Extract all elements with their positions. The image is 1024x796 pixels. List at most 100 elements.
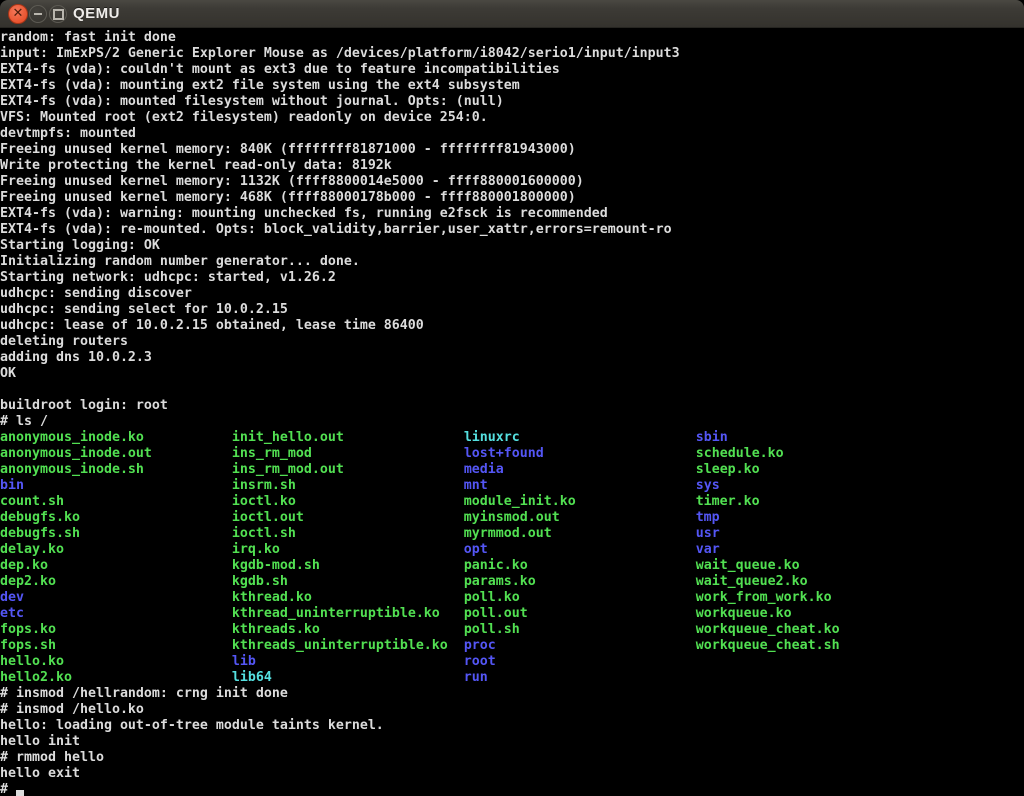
- ls-entry: proc: [464, 638, 496, 653]
- terminal-text: hello init: [0, 734, 80, 749]
- terminal-text: random: fast init done: [0, 30, 176, 45]
- ls-entry: poll.out: [464, 606, 528, 621]
- ls-entry: media: [464, 462, 504, 477]
- terminal-text: Write protecting the kernel read-only da…: [0, 158, 392, 173]
- terminal-text: udhcpc: lease of 10.0.2.15 obtained, lea…: [0, 318, 424, 333]
- window-titlebar[interactable]: ✕ QEMU: [0, 0, 1024, 28]
- ls-entry: anonymous_inode.ko: [0, 430, 144, 445]
- terminal-line: udhcpc: sending select for 10.0.2.15: [0, 302, 1024, 318]
- terminal-text: # rmmod hello: [0, 750, 104, 765]
- column-gap: [296, 478, 464, 493]
- ls-entry: root: [464, 654, 496, 669]
- column-gap: [520, 622, 696, 637]
- column-gap: [304, 510, 464, 525]
- terminal-line: buildroot login: root: [0, 398, 1024, 414]
- window-maximize-button[interactable]: [49, 5, 67, 23]
- column-gap: [504, 462, 696, 477]
- column-gap: [520, 590, 696, 605]
- column-gap: [448, 638, 464, 653]
- ls-entry: fops.sh: [0, 638, 56, 653]
- terminal-line: Starting network: udhcpc: started, v1.26…: [0, 270, 1024, 286]
- column-gap: [496, 638, 696, 653]
- terminal-line: Freeing unused kernel memory: 468K (ffff…: [0, 190, 1024, 206]
- ls-entry: kgdb-mod.sh: [232, 558, 320, 573]
- terminal-line: # ls /: [0, 414, 1024, 430]
- terminal-line: Starting logging: OK: [0, 238, 1024, 254]
- terminal-line: bin insrm.sh mnt sys: [0, 478, 1024, 494]
- terminal-line: count.sh ioctl.ko module_init.ko timer.k…: [0, 494, 1024, 510]
- terminal-line: anonymous_inode.out ins_rm_mod lost+foun…: [0, 446, 1024, 462]
- terminal-text: Starting logging: OK: [0, 238, 160, 253]
- column-gap: [144, 430, 232, 445]
- terminal-line: EXT4-fs (vda): re-mounted. Opts: block_v…: [0, 222, 1024, 238]
- terminal-text: Freeing unused kernel memory: 468K (ffff…: [0, 190, 576, 205]
- terminal-line: fops.sh kthreads_uninterruptible.ko proc…: [0, 638, 1024, 654]
- ls-entry: debugfs.ko: [0, 510, 80, 525]
- ls-entry: dev: [0, 590, 24, 605]
- ls-entry: usr: [696, 526, 720, 541]
- column-gap: [64, 654, 232, 669]
- column-gap: [520, 430, 696, 445]
- ls-entry: ioctl.ko: [232, 494, 296, 509]
- terminal-text: Initializing random number generator... …: [0, 254, 360, 269]
- ls-entry: workqueue_cheat.ko: [696, 622, 840, 637]
- ls-entry: anonymous_inode.out: [0, 446, 152, 461]
- ls-entry: work_from_work.ko: [696, 590, 832, 605]
- terminal-text: adding dns 10.0.2.3: [0, 350, 152, 365]
- column-gap: [80, 510, 232, 525]
- terminal-text: Freeing unused kernel memory: 840K (ffff…: [0, 142, 576, 157]
- ls-entry: hello2.ko: [0, 670, 72, 685]
- ls-entry: myrmmod.out: [464, 526, 552, 541]
- ls-entry: opt: [464, 542, 488, 557]
- terminal-line: Freeing unused kernel memory: 1132K (fff…: [0, 174, 1024, 190]
- qemu-window: ✕ QEMU random: fast init doneinput: ImEx…: [0, 0, 1024, 796]
- ls-entry: poll.sh: [464, 622, 520, 637]
- column-gap: [488, 542, 696, 557]
- ls-entry: fops.ko: [0, 622, 56, 637]
- minimize-icon: [34, 13, 42, 15]
- column-gap: [576, 494, 696, 509]
- terminal-line: Initializing random number generator... …: [0, 254, 1024, 270]
- column-gap: [288, 574, 464, 589]
- ls-entry: timer.ko: [696, 494, 760, 509]
- column-gap: [272, 670, 464, 685]
- ls-entry: lost+found: [464, 446, 544, 461]
- column-gap: [56, 622, 232, 637]
- terminal-line: EXT4-fs (vda): mounting ext2 file system…: [0, 78, 1024, 94]
- terminal-text: buildroot login: root: [0, 398, 168, 413]
- ls-entry: linuxrc: [464, 430, 520, 445]
- column-gap: [312, 446, 464, 461]
- column-gap: [256, 654, 464, 669]
- terminal-line: etc kthread_uninterruptible.ko poll.out …: [0, 606, 1024, 622]
- window-minimize-button[interactable]: [29, 5, 47, 23]
- column-gap: [320, 558, 464, 573]
- ls-entry: workqueue.ko: [696, 606, 792, 621]
- window-close-button[interactable]: ✕: [8, 4, 28, 24]
- ls-entry: poll.ko: [464, 590, 520, 605]
- ls-entry: ioctl.sh: [232, 526, 296, 541]
- terminal-line: #: [0, 782, 1024, 796]
- terminal-line: EXT4-fs (vda): warning: mounting uncheck…: [0, 206, 1024, 222]
- ls-entry: ioctl.out: [232, 510, 304, 525]
- terminal-line: dep2.ko kgdb.sh params.ko wait_queue2.ko: [0, 574, 1024, 590]
- terminal-line: dev kthread.ko poll.ko work_from_work.ko: [0, 590, 1024, 606]
- terminal-line: hello exit: [0, 766, 1024, 782]
- terminal-line: random: fast init done: [0, 30, 1024, 46]
- ls-entry: schedule.ko: [696, 446, 784, 461]
- window-title: QEMU: [73, 5, 120, 22]
- column-gap: [528, 558, 696, 573]
- terminal-line: anonymous_inode.ko init_hello.out linuxr…: [0, 430, 1024, 446]
- ls-entry: insrm.sh: [232, 478, 296, 493]
- terminal-text: # insmod /hello.ko: [0, 702, 144, 717]
- terminal-text: Freeing unused kernel memory: 1132K (fff…: [0, 174, 584, 189]
- terminal-screen[interactable]: random: fast init doneinput: ImExPS/2 Ge…: [0, 28, 1024, 796]
- terminal-line: OK: [0, 366, 1024, 382]
- column-gap: [344, 462, 464, 477]
- ls-entry: lib: [232, 654, 256, 669]
- column-gap: [344, 430, 464, 445]
- ls-entry: wait_queue.ko: [696, 558, 800, 573]
- ls-entry: sleep.ko: [696, 462, 760, 477]
- terminal-line: adding dns 10.0.2.3: [0, 350, 1024, 366]
- column-gap: [488, 478, 696, 493]
- column-gap: [552, 526, 696, 541]
